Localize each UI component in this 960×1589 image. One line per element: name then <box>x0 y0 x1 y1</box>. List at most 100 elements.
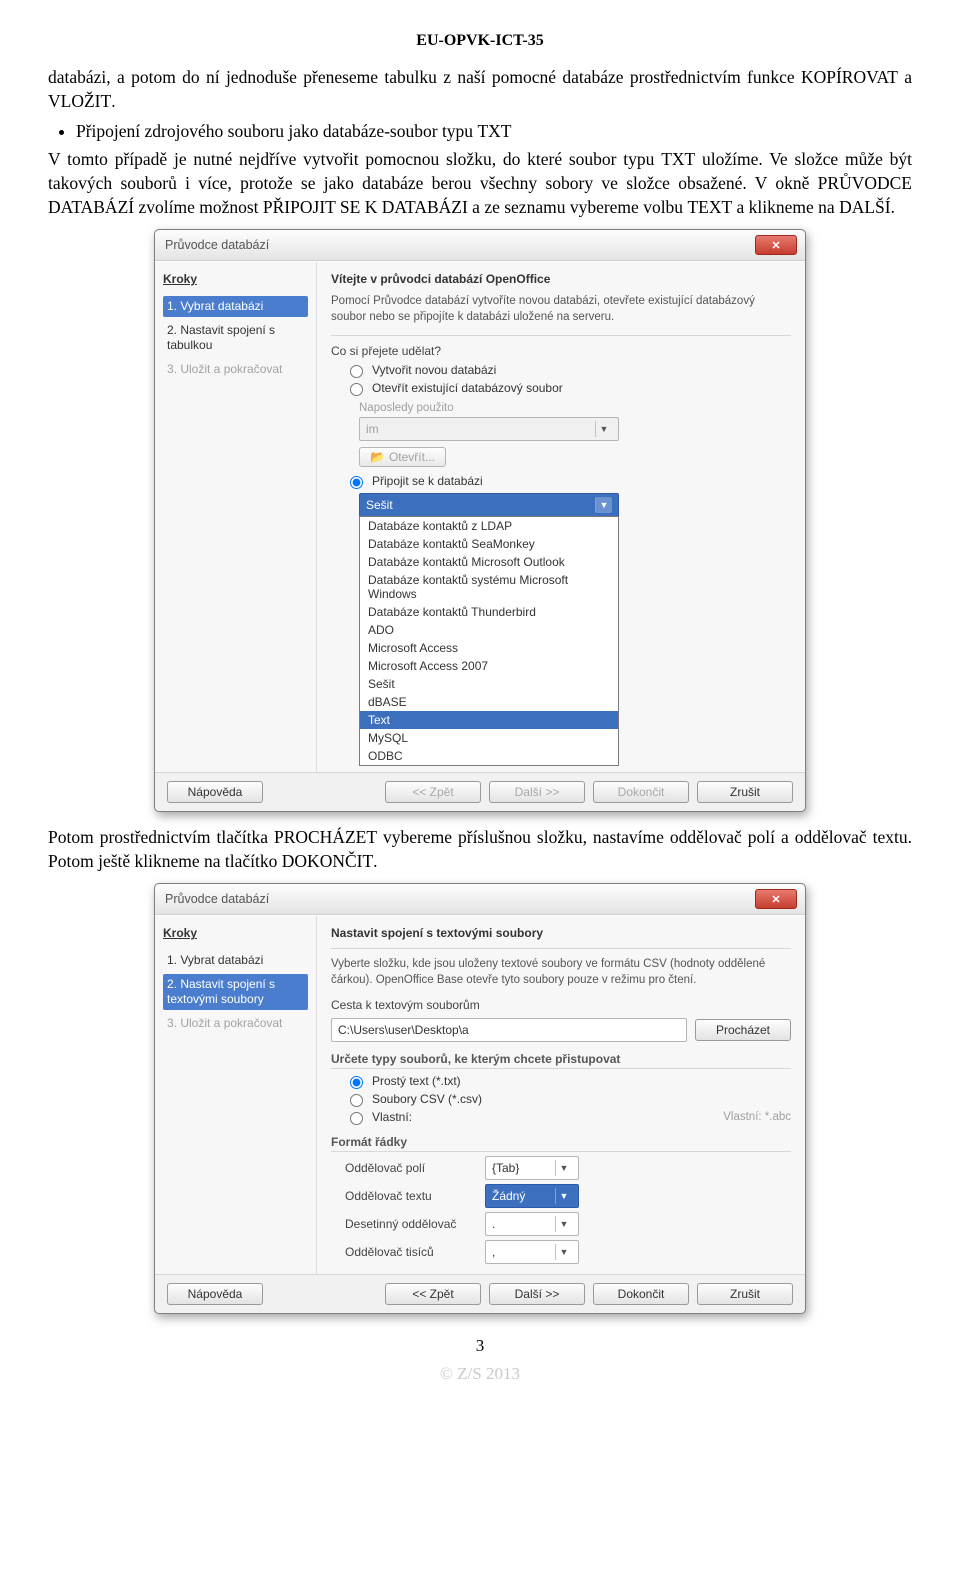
radio-label: Připojit se k databázi <box>372 474 483 488</box>
path-label: Cesta k textovým souborům <box>331 998 791 1014</box>
back-button: << Zpět <box>385 781 481 803</box>
doc-header: EU-OPVK-ICT-35 <box>48 32 912 50</box>
text-smallcaps: TXT <box>477 121 511 141</box>
wizard-step-2[interactable]: 2. Nastavit spojení s tabulkou <box>163 320 308 356</box>
wizard-step-2[interactable]: 2. Nastavit spojení s textovými soubory <box>163 974 308 1010</box>
path-input[interactable]: C:\Users\user\Desktop\a <box>331 1018 687 1042</box>
dropdown-option[interactable]: ADO <box>360 621 618 639</box>
wizard-step-1[interactable]: 1. Vybrat databázi <box>163 296 308 317</box>
text-smallcaps: PŘIPOJIT SE K DATABÁZI <box>263 197 468 217</box>
text-smallcaps: KOPÍROVAT <box>801 67 898 87</box>
dialog-title: Průvodce databází <box>165 892 269 906</box>
paragraph-body: V tomto případě je nutné nejdříve vytvoř… <box>48 148 912 219</box>
finish-button: Dokončit <box>593 781 689 803</box>
combo-value: Sešit <box>366 498 393 512</box>
dialog-database-wizard-1: Průvodce databází ✕ Kroky 1. Vybrat data… <box>154 229 806 812</box>
next-button[interactable]: Další >> <box>489 1283 585 1305</box>
paragraph-body-2: Potom prostřednictvím tlačítka PROCHÁZET… <box>48 826 912 873</box>
thousands-sep-label: Oddělovač tisíců <box>345 1245 475 1259</box>
custom-placeholder: Vlastní: *.abc <box>723 1111 791 1123</box>
radio-open-existing[interactable]: Otevřít existující databázový soubor <box>345 380 791 396</box>
dialog-database-wizard-2: Průvodce databází ✕ Kroky 1. Vybrat data… <box>154 883 806 1314</box>
dropdown-option[interactable]: Sešit <box>360 675 618 693</box>
chevron-down-icon: ▼ <box>595 421 612 437</box>
radio-csv[interactable]: Soubory CSV (*.csv) <box>345 1091 791 1107</box>
db-type-dropdown[interactable]: Databáze kontaktů z LDAPDatabáze kontakt… <box>359 516 619 766</box>
steps-heading: Kroky <box>163 272 308 286</box>
chevron-down-icon: ▼ <box>595 497 612 513</box>
text: a ze seznamu vybereme volbu <box>468 197 688 217</box>
panel-intro: Vyberte složku, kde jsou uloženy textové… <box>331 957 791 988</box>
text: a <box>898 67 912 87</box>
dropdown-option[interactable]: dBASE <box>360 693 618 711</box>
text: zvolíme možnost <box>134 197 263 217</box>
dropdown-option[interactable]: MySQL <box>360 729 618 747</box>
text-smallcaps: TXT <box>661 149 695 169</box>
help-button[interactable]: Nápověda <box>167 781 263 803</box>
recent-combo: im ▼ <box>359 417 619 441</box>
cancel-button[interactable]: Zrušit <box>697 1283 793 1305</box>
radio-connect-db[interactable]: Připojit se k databázi <box>345 473 791 489</box>
dropdown-option[interactable]: Microsoft Access 2007 <box>360 657 618 675</box>
text-smallcaps: TEXT <box>687 197 732 217</box>
text: databázi, a potom do ní jednoduše přenes… <box>48 67 801 87</box>
text: . <box>891 197 895 217</box>
chevron-down-icon: ▼ <box>555 1188 572 1204</box>
chevron-down-icon: ▼ <box>555 1244 572 1260</box>
row-format-heading: Formát řádky <box>331 1135 791 1152</box>
text-smallcaps: DOKONČIT <box>282 851 373 871</box>
cancel-button[interactable]: Zrušit <box>697 781 793 803</box>
wizard-step-1[interactable]: 1. Vybrat databázi <box>163 950 308 971</box>
text: V tomto případě je nutné nejdříve vytvoř… <box>48 149 661 169</box>
wizard-step-3: 3. Uložit a pokračovat <box>163 1013 308 1034</box>
field-sep-label: Oddělovač polí <box>345 1161 475 1175</box>
text: a klikneme na <box>732 197 839 217</box>
radio-create-new[interactable]: Vytvořit novou databázi <box>345 362 791 378</box>
panel-intro: Pomocí Průvodce databází vytvoříte novou… <box>331 294 791 325</box>
radio-label: Vlastní: <box>372 1110 412 1124</box>
button-label: Otevřít... <box>389 450 435 464</box>
db-type-combo[interactable]: Sešit ▼ <box>359 493 619 517</box>
radio-label: Soubory CSV (*.csv) <box>372 1092 482 1106</box>
dropdown-option[interactable]: Microsoft Access <box>360 639 618 657</box>
wizard-step-3: 3. Uložit a pokračovat <box>163 359 308 380</box>
close-icon[interactable]: ✕ <box>755 889 797 909</box>
field-sep-combo[interactable]: {Tab}▼ <box>485 1156 579 1180</box>
dropdown-option[interactable]: ODBC <box>360 747 618 765</box>
next-button: Další >> <box>489 781 585 803</box>
dropdown-option[interactable]: Databáze kontaktů z LDAP <box>360 517 618 535</box>
panel-heading: Vítejte v průvodci databází OpenOffice <box>331 272 791 286</box>
decimal-sep-combo[interactable]: .▼ <box>485 1212 579 1236</box>
back-button[interactable]: << Zpět <box>385 1283 481 1305</box>
radio-label: Otevřít existující databázový soubor <box>372 381 563 395</box>
panel-heading: Nastavit spojení s textovými soubory <box>331 926 791 940</box>
help-button[interactable]: Nápověda <box>167 1283 263 1305</box>
question-label: Co si přejete udělat? <box>331 344 791 358</box>
text-smallcaps: VLOŽIT <box>48 91 111 111</box>
dropdown-option[interactable]: Databáze kontaktů systému Microsoft Wind… <box>360 571 618 603</box>
decimal-sep-label: Desetinný oddělovač <box>345 1217 475 1231</box>
chevron-down-icon: ▼ <box>555 1216 572 1232</box>
radio-custom[interactable]: Vlastní: Vlastní: *.abc <box>345 1109 791 1125</box>
text: Připojení zdrojového souboru jako databá… <box>76 121 477 141</box>
dropdown-option[interactable]: Databáze kontaktů Microsoft Outlook <box>360 553 618 571</box>
radio-plain-text[interactable]: Prostý text (*.txt) <box>345 1073 791 1089</box>
text-sep-label: Oddělovač textu <box>345 1189 475 1203</box>
text: . <box>373 851 377 871</box>
browse-button[interactable]: Procházet <box>695 1019 791 1041</box>
dropdown-option[interactable]: Databáze kontaktů Thunderbird <box>360 603 618 621</box>
text: . <box>111 91 115 111</box>
dropdown-option[interactable]: Databáze kontaktů SeaMonkey <box>360 535 618 553</box>
folder-icon: 📂 <box>370 450 385 464</box>
combo-value: im <box>366 422 379 436</box>
finish-button[interactable]: Dokončit <box>593 1283 689 1305</box>
text-sep-combo[interactable]: Žádný▼ <box>485 1184 579 1208</box>
dialog-title: Průvodce databází <box>165 238 269 252</box>
file-types-heading: Určete typy souborů, ke kterým chcete př… <box>331 1052 791 1069</box>
thousands-sep-combo[interactable]: ,▼ <box>485 1240 579 1264</box>
close-icon[interactable]: ✕ <box>755 235 797 255</box>
page-number: 3 <box>48 1336 912 1356</box>
dropdown-option[interactable]: Text <box>360 711 618 729</box>
text-smallcaps: DALŠÍ <box>839 197 891 217</box>
radio-label: Vytvořit novou databázi <box>372 363 496 377</box>
